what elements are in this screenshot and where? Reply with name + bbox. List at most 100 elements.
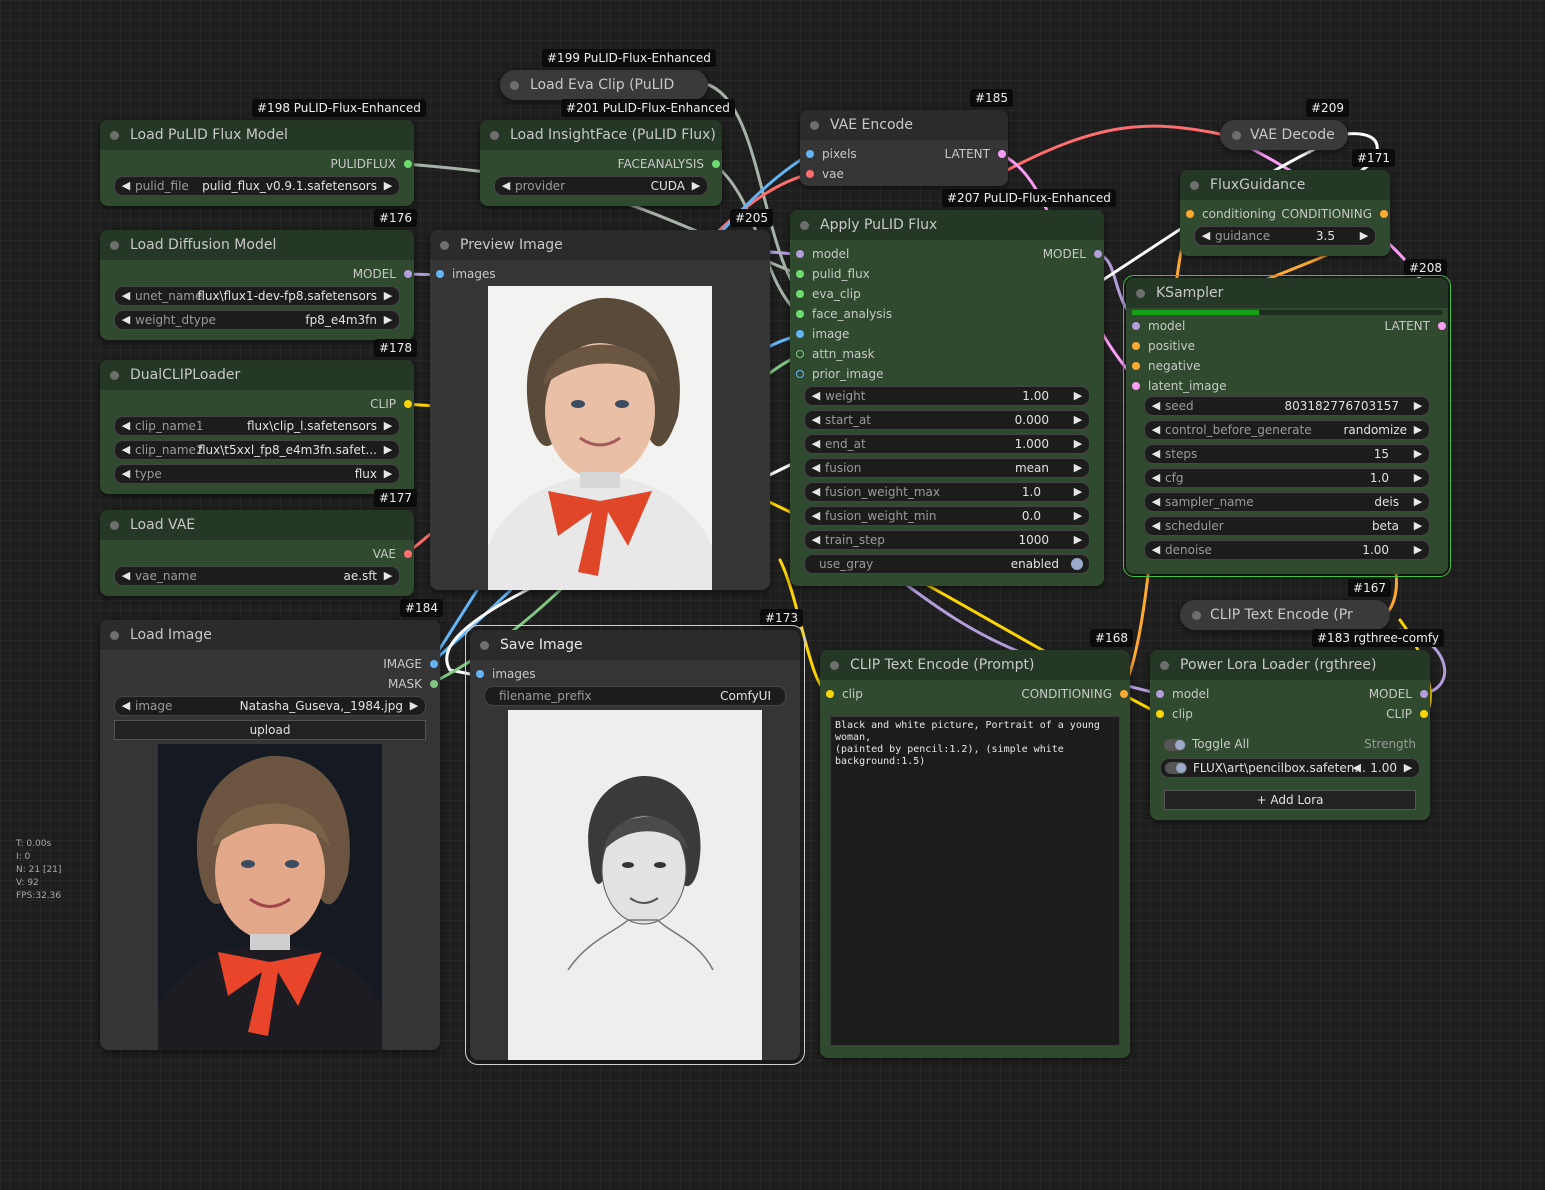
input-images[interactable]: images (476, 666, 536, 682)
arrow-right-icon[interactable]: ▶ (1411, 445, 1425, 463)
toggle-all-switch[interactable] (1164, 739, 1186, 751)
widget-filename-prefix[interactable]: filename_prefix ComfyUI (484, 686, 786, 706)
widget-weight-dtype[interactable]: ◀ weight_dtype fp8_e4m3fn ▶ (114, 310, 400, 330)
arrow-left-icon[interactable]: ◀ (119, 697, 133, 715)
widget-steps[interactable]: ◀ steps 15 ▶ (1144, 444, 1430, 464)
toggle-knob-icon[interactable] (1071, 558, 1083, 570)
input-face-analysis[interactable]: face_analysis (796, 306, 892, 322)
slot-pin-icon[interactable] (796, 290, 804, 298)
slot-pin-icon[interactable] (806, 150, 814, 158)
node-load-vae[interactable]: Load VAE VAE ◀ vae_name ae.sft ▶ (100, 510, 414, 596)
node-clip-text-encode-collapsed[interactable]: CLIP Text Encode (Pr (1180, 600, 1390, 630)
add-lora-button[interactable]: + Add Lora (1164, 790, 1416, 810)
collapse-dot-icon[interactable] (440, 241, 449, 250)
arrow-right-icon[interactable]: ▶ (1071, 459, 1085, 477)
input-pulid-flux[interactable]: pulid_flux (796, 266, 870, 282)
lora-name[interactable]: FLUX\art\pencilbox.safeten... (1193, 759, 1366, 777)
node-header[interactable]: Load InsightFace (PuLID Flux) (480, 120, 722, 150)
slot-pin-icon[interactable] (1094, 250, 1102, 258)
arrow-left-icon[interactable]: ◀ (119, 311, 133, 329)
widget-pulid-file[interactable]: ◀ pulid_file pulid_flux_v0.9.1.safetensors… (114, 176, 400, 196)
node-load-pulid-flux-model[interactable]: Load PuLID Flux Model PULIDFLUX ◀ pulid_f… (100, 120, 414, 206)
node-power-lora-loader[interactable]: Power Lora Loader (rgthree) model clip M… (1150, 650, 1430, 820)
arrow-left-icon[interactable]: ◀ (1149, 445, 1163, 463)
node-header[interactable]: FluxGuidance (1180, 170, 1390, 200)
widget-image[interactable]: ◀ image Natasha_Guseva,_1984.jpg ▶ (114, 696, 426, 716)
slot-pin-icon[interactable] (1420, 710, 1428, 718)
arrow-left-icon[interactable]: ◀ (809, 459, 823, 477)
widget-type[interactable]: ◀ type flux ▶ (114, 464, 400, 484)
arrow-left-icon[interactable]: ◀ (1353, 759, 1361, 777)
lora-strength-value[interactable]: 1.00 (1370, 759, 1397, 777)
lora-row[interactable]: FLUX\art\pencilbox.safeten... ◀ 1.00 ▶ (1160, 758, 1420, 778)
arrow-right-icon[interactable]: ▶ (1071, 483, 1085, 501)
widget-control-before-generate[interactable]: ◀ control_before_generate randomize ▶ (1144, 420, 1430, 440)
widget-guidance[interactable]: ◀ guidance 3.5 ▶ (1194, 226, 1376, 246)
node-preview-image[interactable]: Preview Image images (430, 230, 770, 590)
node-header[interactable]: Preview Image (430, 230, 770, 260)
arrow-left-icon[interactable]: ◀ (1149, 397, 1163, 415)
slot-pin-icon[interactable] (1120, 690, 1128, 698)
widget-use-gray[interactable]: use_gray enabled (804, 554, 1090, 574)
node-header[interactable]: Load PuLID Flux Model (100, 120, 414, 150)
arrow-right-icon[interactable]: ▶ (1411, 397, 1425, 415)
collapse-dot-icon[interactable] (1192, 611, 1201, 620)
arrow-left-icon[interactable]: ◀ (1149, 493, 1163, 511)
slot-pin-icon[interactable] (1420, 690, 1428, 698)
node-header[interactable]: Load VAE (100, 510, 414, 540)
slot-pin-icon[interactable] (796, 250, 804, 258)
arrow-right-icon[interactable]: ▶ (381, 465, 395, 483)
arrow-right-icon[interactable]: ▶ (1071, 507, 1085, 525)
arrow-left-icon[interactable]: ◀ (119, 465, 133, 483)
node-header[interactable]: KSampler (1126, 278, 1448, 308)
output-conditioning[interactable]: CONDITIONING (1021, 686, 1128, 702)
input-eva-clip[interactable]: eva_clip (796, 286, 861, 302)
output-model[interactable]: MODEL (1369, 686, 1428, 702)
node-vae-encode[interactable]: VAE Encode pixels vae LATENT (800, 110, 1008, 186)
arrow-left-icon[interactable]: ◀ (809, 387, 823, 405)
output-latent[interactable]: LATENT (945, 146, 1006, 162)
output-conditioning[interactable]: CONDITIONING (1281, 206, 1388, 222)
node-header[interactable]: Power Lora Loader (rgthree) (1150, 650, 1430, 680)
arrow-left-icon[interactable]: ◀ (119, 177, 133, 195)
collapse-dot-icon[interactable] (800, 221, 809, 230)
collapse-dot-icon[interactable] (1160, 661, 1169, 670)
saved-image-output[interactable] (508, 710, 762, 1060)
output-vae[interactable]: VAE (373, 546, 412, 562)
arrow-left-icon[interactable]: ◀ (1199, 227, 1213, 245)
node-header[interactable]: Load Image (100, 620, 440, 650)
arrow-right-icon[interactable]: ▶ (381, 417, 395, 435)
slot-pin-icon[interactable] (1156, 690, 1164, 698)
collapse-dot-icon[interactable] (810, 121, 819, 130)
slot-pin-icon[interactable] (404, 160, 412, 168)
collapse-dot-icon[interactable] (110, 241, 119, 250)
node-vae-decode[interactable]: VAE Decode (1220, 120, 1348, 150)
input-clip[interactable]: clip (826, 686, 863, 702)
arrow-left-icon[interactable]: ◀ (119, 417, 133, 435)
arrow-right-icon[interactable]: ▶ (1411, 541, 1425, 559)
widget-vae-name[interactable]: ◀ vae_name ae.sft ▶ (114, 566, 400, 586)
loaded-image-preview[interactable] (158, 744, 382, 1050)
arrow-right-icon[interactable]: ▶ (381, 441, 395, 459)
arrow-right-icon[interactable]: ▶ (1411, 469, 1425, 487)
collapse-dot-icon[interactable] (110, 521, 119, 530)
input-model[interactable]: model (1156, 686, 1209, 702)
node-header[interactable]: CLIP Text Encode (Prompt) (820, 650, 1130, 680)
slot-pin-icon[interactable] (796, 270, 804, 278)
slot-pin-icon[interactable] (1186, 210, 1194, 218)
arrow-left-icon[interactable]: ◀ (809, 507, 823, 525)
input-model[interactable]: model (796, 246, 849, 262)
arrow-right-icon[interactable]: ▶ (381, 567, 395, 585)
input-positive[interactable]: positive (1132, 338, 1195, 354)
slot-pin-icon[interactable] (1132, 382, 1140, 390)
arrow-left-icon[interactable]: ◀ (119, 287, 133, 305)
output-model[interactable]: MODEL (1043, 246, 1102, 262)
slot-pin-icon[interactable] (1156, 710, 1164, 718)
arrow-left-icon[interactable]: ◀ (809, 435, 823, 453)
slot-pin-icon[interactable] (1132, 322, 1140, 330)
arrow-right-icon[interactable]: ▶ (1357, 227, 1371, 245)
widget-fusion-weight-min[interactable]: ◀ fusion_weight_min 0.0 ▶ (804, 506, 1090, 526)
arrow-left-icon[interactable]: ◀ (809, 411, 823, 429)
slot-pin-icon[interactable] (1132, 362, 1140, 370)
node-header[interactable]: DualCLIPLoader (100, 360, 414, 390)
